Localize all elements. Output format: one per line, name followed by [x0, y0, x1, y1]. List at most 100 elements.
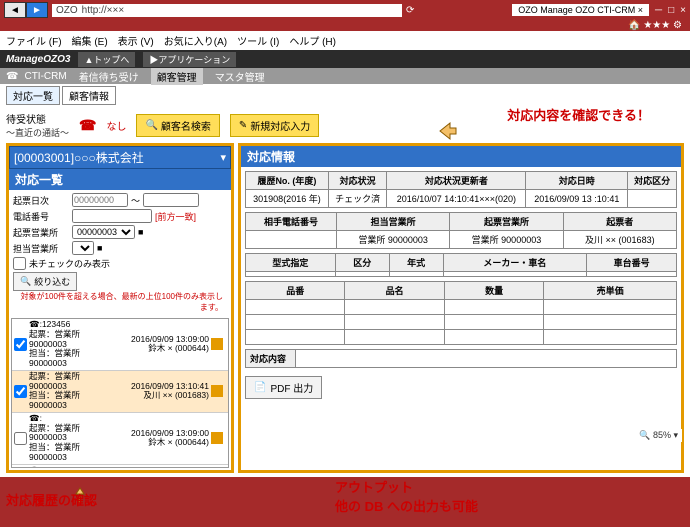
- app-bar: ManageOZO3 ▲トップへ ▶アプリケーション: [0, 50, 690, 68]
- date-to[interactable]: [143, 193, 199, 207]
- date-from[interactable]: [72, 193, 128, 207]
- pdf-button[interactable]: 📄 PDF 出力: [245, 376, 322, 399]
- table-items: 品番 品名 数量 売単価: [245, 281, 677, 345]
- content-area: 待受状態 ～直近の通話～ ☎ なし 🔍 顧客名検索 ✎ 新規対応入力 対応内容を…: [0, 107, 690, 477]
- history-row[interactable]: ☎:起票：営業所 90000003担当：営業所 900000032016/09/…: [12, 413, 228, 465]
- annotation-history: 対応履歴の確認: [6, 490, 97, 509]
- edit-icon[interactable]: [211, 338, 223, 350]
- nav-buttons: ◄ ►: [4, 2, 48, 18]
- row-checkbox[interactable]: [14, 385, 27, 398]
- window-min[interactable]: ─: [655, 5, 662, 16]
- new-entry-label: 新規対応入力: [250, 118, 310, 133]
- refine-button[interactable]: 🔍 絞り込む: [13, 272, 77, 291]
- menu-bar: ファイル (F) 編集 (E) 表示 (V) お気に入り(A) ツール (I) …: [0, 31, 690, 50]
- phone-icon: ☎: [6, 71, 18, 82]
- modtab-master[interactable]: マスタ管理: [209, 68, 271, 85]
- browser-titlebar: ◄ ► OZO http://××× ⟳ OZO Manage OZO CTI-…: [0, 0, 690, 20]
- left-header: 対応一覧: [9, 169, 231, 190]
- row-info: 起票：営業所 90000003担当：営業所 90000003: [29, 372, 119, 411]
- window-close[interactable]: ×: [680, 5, 686, 16]
- menu-tool[interactable]: ツール (I): [237, 33, 279, 48]
- customer-select[interactable]: [00003001]○○○株式会社 ▾: [9, 146, 231, 169]
- unchecked-label: 未チェックのみ表示: [29, 257, 110, 270]
- unchecked-only[interactable]: 未チェックのみ表示: [13, 257, 227, 270]
- th-histno: 履歴No. (年度): [246, 172, 329, 190]
- annotation-output: アウトプット 他の DB への出力も可能: [335, 477, 478, 515]
- modtab-waiting[interactable]: 着信待ち受け: [73, 68, 145, 85]
- search-icon-2: 🔍: [20, 276, 31, 287]
- menu-help[interactable]: ヘルプ (H): [289, 33, 336, 48]
- th-status: 対応状況: [328, 172, 386, 190]
- history-row[interactable]: 起票：営業所 90000003担当：営業所 900000032016/09/09…: [12, 371, 228, 413]
- customer-search-label: 顧客名検索: [161, 118, 211, 133]
- window-max[interactable]: □: [668, 5, 674, 16]
- search-icon: 🔍: [145, 120, 157, 131]
- th-tel: 相手電話番号: [246, 213, 337, 231]
- back-button[interactable]: ◄: [4, 2, 26, 18]
- row-checkbox[interactable]: [14, 338, 27, 351]
- table-contact: 相手電話番号 担当営業所 起票営業所 起票者 営業所 90000003 営業所 …: [245, 212, 677, 249]
- td-tel: [246, 231, 337, 249]
- th-content: 対応内容: [246, 350, 296, 368]
- row-info: ☎:起票：営業所 90000003担当：営業所 90000003: [29, 466, 119, 468]
- th-v4: メーカー・車名: [443, 254, 587, 272]
- refine-label: 絞り込む: [34, 275, 70, 288]
- th-v1: 型式指定: [246, 254, 336, 272]
- address-bar[interactable]: OZO http://×××: [52, 4, 402, 17]
- phone-input[interactable]: [72, 209, 152, 223]
- history-list: ☎:123456起票：営業所 90000003担当：営業所 9000000320…: [11, 318, 229, 468]
- refresh-icon[interactable]: ⟳: [406, 5, 414, 16]
- subtab-info[interactable]: 顧客情報: [62, 86, 116, 105]
- history-row[interactable]: ☎:起票：営業所 90000003担当：営業所 900000032016/09/…: [12, 465, 228, 468]
- td-org: 営業所 90000003: [450, 231, 563, 249]
- edit-icon[interactable]: [211, 385, 223, 397]
- zoom-status[interactable]: 🔍 85% ▾: [635, 429, 682, 442]
- url-text: http://×××: [82, 5, 125, 16]
- home-icon[interactable]: 🏠: [628, 20, 640, 31]
- star-icons[interactable]: ★★★: [643, 20, 670, 31]
- row-checkbox[interactable]: [14, 432, 27, 445]
- forward-button[interactable]: ►: [26, 2, 48, 18]
- th-i1: 品番: [246, 282, 345, 300]
- menu-file[interactable]: ファイル (F): [6, 33, 62, 48]
- browser-tab[interactable]: OZO Manage OZO CTI-CRM ×: [512, 4, 649, 16]
- wait-sub: ～直近の通話～: [6, 126, 69, 139]
- td-class: [628, 190, 677, 208]
- app-brand: ManageOZO3: [6, 54, 70, 65]
- left-panel: [00003001]○○○株式会社 ▾ 対応一覧 起票日次 ～ 電話番号 [前方…: [6, 143, 234, 473]
- crumb-app[interactable]: ▶アプリケーション: [143, 52, 236, 67]
- phone-off-icon: ☎: [79, 117, 96, 134]
- annotation-confirm: 対応内容を確認できる！: [507, 105, 650, 124]
- assign-select[interactable]: [72, 241, 94, 255]
- history-row[interactable]: ☎:123456起票：営業所 90000003担当：営業所 9000000320…: [12, 319, 228, 371]
- customer-search-button[interactable]: 🔍 顧客名検索: [136, 114, 219, 137]
- menu-view[interactable]: 表示 (V): [118, 33, 154, 48]
- td-status: チェック済: [328, 190, 386, 208]
- wait-none: なし: [106, 118, 126, 133]
- right-panel: 対応情報 履歴No. (年度) 対応状況 対応状況更新者 対応日時 対応区分 3…: [238, 143, 684, 473]
- pointer-icon-top: [436, 119, 460, 143]
- th-datetime: 対応日時: [526, 172, 628, 190]
- td-histno: 301908(2016 年): [246, 190, 329, 208]
- lbl-date: 起票日次: [13, 194, 69, 207]
- menu-fav[interactable]: お気に入り(A): [164, 33, 227, 48]
- origin-select[interactable]: 00000003: [72, 225, 135, 239]
- crumb-top[interactable]: ▲トップへ: [78, 52, 135, 67]
- pdf-icon: 📄: [254, 382, 266, 393]
- subtab-list[interactable]: 対応一覧: [6, 86, 60, 105]
- edit-icon[interactable]: [211, 432, 223, 444]
- th-org: 起票営業所: [450, 213, 563, 231]
- th-v3: 年式: [389, 254, 443, 272]
- new-entry-button[interactable]: ✎ 新規対応入力: [230, 114, 319, 137]
- filter-area: 起票日次 ～ 電話番号 [前方一致] 起票営業所 00000003 ■ 担当営業…: [9, 190, 231, 316]
- unchecked-checkbox[interactable]: [13, 257, 26, 270]
- lbl-origin: 起票営業所: [13, 226, 69, 239]
- modtab-customer[interactable]: 顧客管理: [151, 68, 203, 85]
- chevron-down-icon: ▾: [220, 151, 226, 164]
- module-bar: ☎ CTI-CRM 着信待ち受け 顧客管理 マスタ管理: [0, 68, 690, 84]
- td-updater: 2016/10/07 14:10:41×××(020): [387, 190, 526, 208]
- row-info: ☎:起票：営業所 90000003担当：営業所 90000003: [29, 414, 119, 463]
- pdf-label: PDF 出力: [270, 380, 313, 395]
- menu-edit[interactable]: 編集 (E): [72, 33, 108, 48]
- gear-icon[interactable]: ⚙: [673, 20, 682, 31]
